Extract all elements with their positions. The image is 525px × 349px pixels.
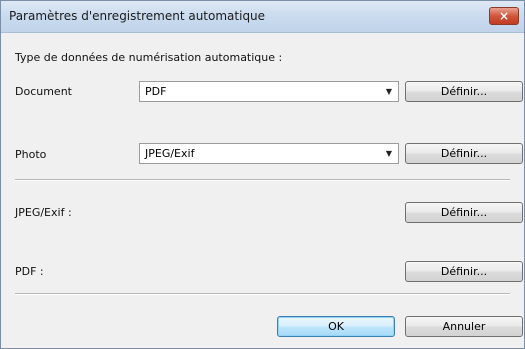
pdf-define-button[interactable]: Définir... (405, 261, 523, 282)
photo-define-button[interactable]: Définir... (405, 143, 523, 164)
pdf-settings-label: PDF : (15, 265, 44, 278)
jpeg-define-button[interactable]: Définir... (405, 202, 523, 223)
document-format-value: PDF (145, 85, 167, 98)
document-format-select[interactable]: PDF ▼ (139, 81, 399, 102)
ok-button[interactable]: OK (277, 316, 395, 337)
close-icon: × (498, 9, 510, 23)
chevron-down-icon: ▼ (385, 87, 393, 96)
photo-format-select[interactable]: JPEG/Exif ▼ (139, 143, 399, 164)
close-button[interactable]: × (489, 7, 519, 25)
cancel-button[interactable]: Annuler (405, 316, 523, 337)
jpeg-settings-label: JPEG/Exif : (15, 206, 72, 219)
photo-label: Photo (15, 148, 47, 161)
scan-type-label: Type de données de numérisation automati… (15, 51, 283, 64)
separator (15, 293, 510, 295)
dialog-window: Paramètres d'enregistrement automatique … (0, 0, 525, 349)
title-bar[interactable]: Paramètres d'enregistrement automatique … (1, 1, 524, 33)
dialog-title: Paramètres d'enregistrement automatique (9, 9, 266, 23)
document-label: Document (15, 85, 72, 98)
separator (15, 179, 510, 181)
chevron-down-icon: ▼ (385, 149, 393, 158)
photo-format-value: JPEG/Exif (145, 147, 195, 160)
document-define-button[interactable]: Définir... (405, 81, 523, 102)
